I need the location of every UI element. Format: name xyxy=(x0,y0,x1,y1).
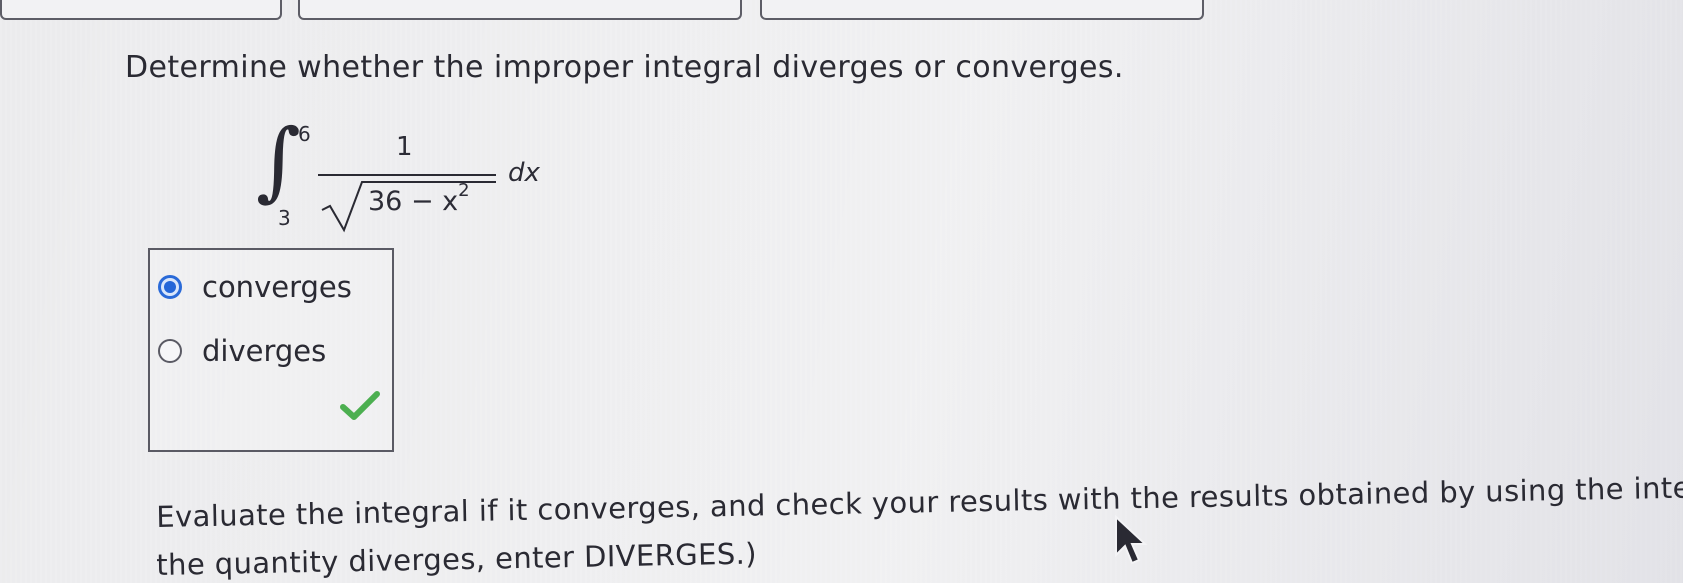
check-icon xyxy=(340,391,380,420)
radicand-base: 36 − x xyxy=(368,186,459,217)
integral-sign: ∫ xyxy=(256,111,301,211)
integral-lower-limit: 3 xyxy=(278,206,291,230)
fraction-numerator: 1 xyxy=(396,132,413,162)
integral-upper-limit: 6 xyxy=(298,122,311,146)
followup-instruction-line1: Evaluate the integral if it converges, a… xyxy=(156,470,1683,534)
answer-choices-box: converges diverges xyxy=(148,248,394,452)
radicand-exponent: 2 xyxy=(458,180,470,201)
option-converges[interactable]: converges xyxy=(158,270,352,304)
mouse-pointer-icon xyxy=(1115,515,1148,565)
question-text: Determine whether the improper integral … xyxy=(125,50,1124,85)
followup-instruction-line2: the quantity diverges, enter DIVERGES.) xyxy=(156,536,758,582)
question-content: Determine whether the improper integral … xyxy=(0,0,1683,583)
radio-selected-dot xyxy=(164,281,176,293)
radicand: 36 − x2 xyxy=(368,180,470,217)
option-diverges[interactable]: diverges xyxy=(158,334,326,368)
radio-diverges[interactable] xyxy=(158,339,182,363)
radio-converges[interactable] xyxy=(158,275,182,299)
differential: dx xyxy=(508,158,540,188)
option-label-converges: converges xyxy=(202,270,352,304)
integral-expression: ∫ 6 3 1 36 − x2 dx xyxy=(256,118,556,238)
option-label-diverges: diverges xyxy=(202,334,327,368)
